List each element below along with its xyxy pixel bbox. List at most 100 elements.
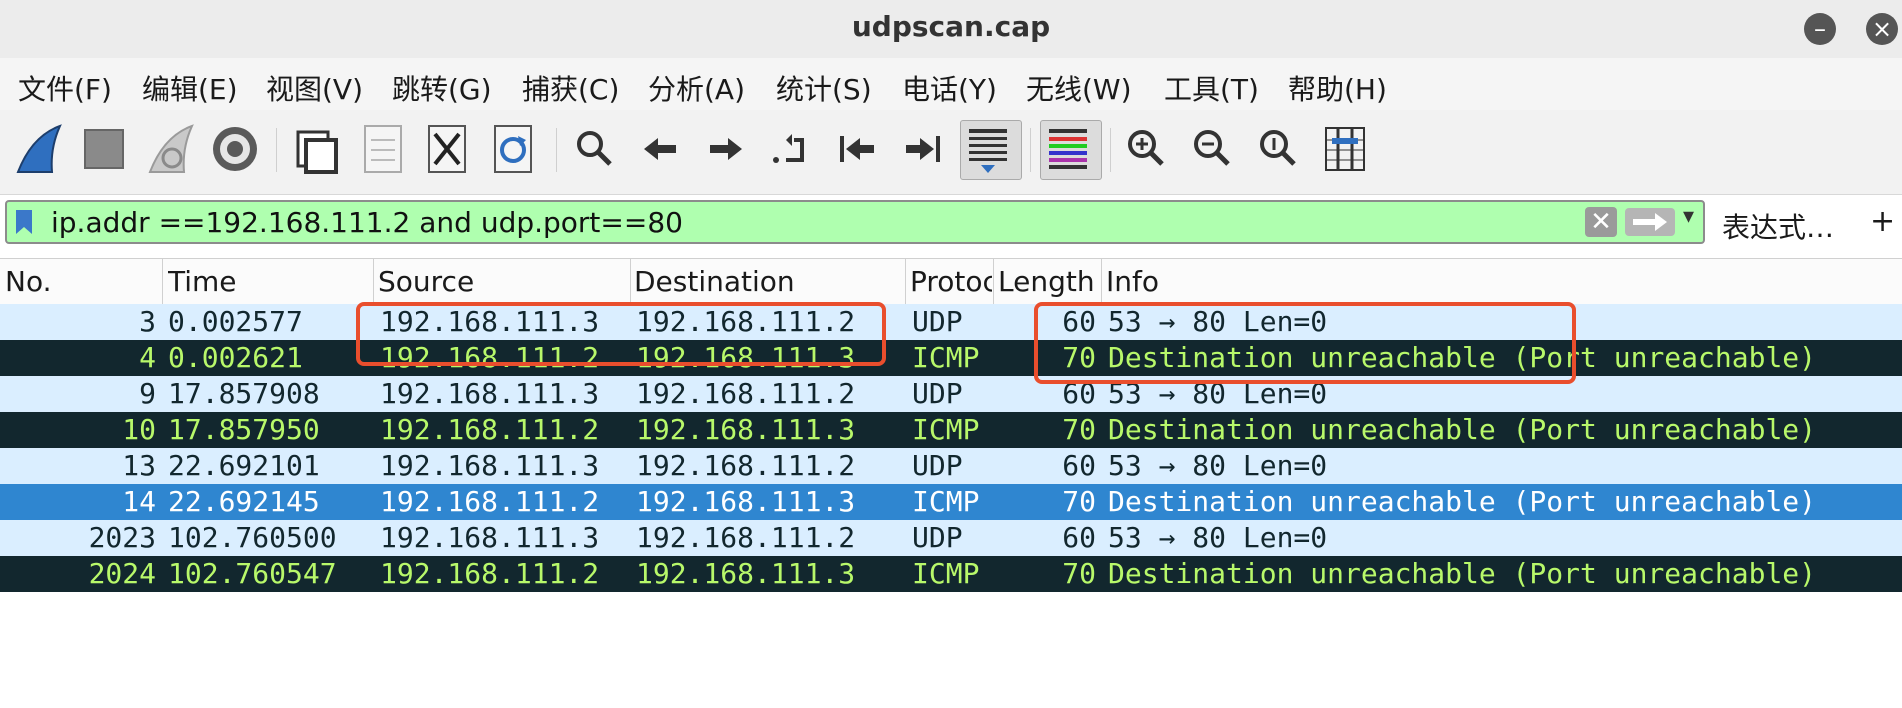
find-packet-icon[interactable] [568, 120, 622, 178]
column-source[interactable]: Source [378, 265, 626, 298]
cell-protocol: UDP [912, 449, 963, 482]
column-protocol[interactable]: Protocol [910, 265, 992, 298]
reload-file-icon[interactable] [486, 120, 540, 178]
annotation-box-info [1034, 302, 1576, 384]
menu-capture[interactable]: 捕获(C) [522, 68, 619, 108]
cell-info: Destination unreachable (Port unreachabl… [1108, 557, 1817, 590]
column-no[interactable]: No. [5, 265, 155, 298]
cell-time: 102.760500 [168, 521, 337, 554]
close-button[interactable]: × [1866, 13, 1898, 45]
column-time[interactable]: Time [168, 265, 368, 298]
menu-file[interactable]: 文件(F) [18, 68, 112, 108]
go-to-packet-icon[interactable] [764, 120, 818, 178]
column-divider[interactable] [373, 259, 374, 304]
toolbar-separator [556, 128, 557, 172]
cell-source: 192.168.111.2 [380, 557, 600, 590]
menu-go[interactable]: 跳转(G) [392, 68, 492, 108]
cell-length: 70 [1062, 413, 1096, 446]
column-divider[interactable] [993, 259, 994, 304]
first-packet-icon[interactable] [830, 120, 884, 178]
zoom-out-icon[interactable] [1186, 120, 1240, 178]
packet-list-header: No. Time Source Destination Protocol Len… [0, 258, 1902, 305]
resize-columns-icon[interactable] [1318, 120, 1372, 178]
capture-options-gear-icon[interactable] [208, 120, 262, 178]
cell-no: 9 [139, 377, 156, 410]
add-filter-button[interactable]: + [1870, 204, 1895, 239]
column-info[interactable]: Info [1106, 265, 1506, 298]
back-arrow-icon[interactable] [634, 120, 688, 178]
cell-protocol: UDP [912, 377, 963, 410]
menu-statistics[interactable]: 统计(S) [776, 68, 872, 108]
colorize-icon[interactable] [1040, 120, 1102, 180]
column-divider[interactable] [1101, 259, 1102, 304]
cell-no: 3 [139, 305, 156, 338]
packet-row[interactable]: 2024 102.760547 192.168.111.2 192.168.111.3… [0, 556, 1902, 592]
cell-source: 192.168.111.2 [380, 485, 600, 518]
packet-row[interactable]: 9 17.857908 192.168.111.3 192.168.111.2 UDP 6… [0, 376, 1902, 412]
column-destination[interactable]: Destination [634, 265, 902, 298]
close-file-icon[interactable] [420, 120, 474, 178]
cell-time: 0.002621 [168, 341, 303, 374]
cell-protocol: UDP [912, 521, 963, 554]
cell-source: 192.168.111.3 [380, 377, 600, 410]
menu-tools[interactable]: 工具(T) [1164, 68, 1259, 108]
cell-info: Destination unreachable (Port unreachabl… [1108, 413, 1817, 446]
cell-time: 22.692101 [168, 449, 320, 482]
restart-fin-icon[interactable] [144, 120, 198, 178]
toolbar-separator [1110, 128, 1111, 172]
open-file-icon[interactable] [290, 120, 344, 178]
packet-row-selected[interactable]: 14 22.692145 192.168.111.2 192.168.111.3 ICM… [0, 484, 1902, 520]
auto-scroll-icon[interactable] [960, 120, 1022, 180]
cell-no: 2024 [88, 557, 156, 590]
menu-wireless[interactable]: 无线(W) [1026, 68, 1132, 108]
cell-info: 53 → 80 Len=0 [1108, 521, 1328, 554]
cell-no: 2023 [88, 521, 156, 554]
zoom-in-icon[interactable] [1120, 120, 1174, 178]
filter-dropdown-button[interactable]: ▾ [1683, 204, 1694, 229]
column-divider[interactable] [630, 259, 631, 304]
forward-arrow-icon[interactable] [698, 120, 752, 178]
packet-row[interactable]: 4 0.002621 192.168.111.2 192.168.111.3 ICMP 7… [0, 340, 1902, 376]
packet-row[interactable]: 2023 102.760500 192.168.111.3 192.168.111.2… [0, 520, 1902, 556]
display-filter-bar[interactable]: ip.addr ==192.168.111.2 and udp.port==80… [5, 200, 1705, 244]
packet-row[interactable]: 10 17.857950 192.168.111.2 192.168.111.3 ICM… [0, 412, 1902, 448]
minimize-button[interactable]: – [1804, 13, 1836, 45]
menu-edit[interactable]: 编辑(E) [142, 68, 238, 108]
cell-protocol: ICMP [912, 557, 980, 590]
stop-square-icon[interactable] [78, 120, 132, 178]
last-packet-icon[interactable] [896, 120, 950, 178]
cell-destination: 192.168.111.2 [636, 449, 856, 482]
menu-telephony[interactable]: 电话(Y) [902, 68, 997, 108]
normal-size-icon[interactable] [1252, 120, 1306, 178]
cell-no: 13 [122, 449, 156, 482]
cell-protocol: ICMP [912, 341, 980, 374]
shark-fin-start-icon[interactable] [12, 120, 66, 178]
display-filter-input[interactable]: ip.addr ==192.168.111.2 and udp.port==80 [51, 206, 683, 239]
menu-view[interactable]: 视图(V) [266, 68, 363, 108]
cell-destination: 192.168.111.2 [636, 521, 856, 554]
bookmark-icon[interactable] [13, 208, 35, 236]
menu-help[interactable]: 帮助(H) [1288, 68, 1387, 108]
cell-info: 53 → 80 Len=0 [1108, 449, 1328, 482]
cell-source: 192.168.111.3 [380, 521, 600, 554]
title-bar: udpscan.cap – × [0, 0, 1902, 58]
menu-analyze[interactable]: 分析(A) [648, 68, 745, 108]
cell-destination: 192.168.111.3 [636, 557, 856, 590]
toolbar-separator [1030, 128, 1031, 172]
save-file-icon[interactable] [356, 120, 410, 178]
expression-button[interactable]: 表达式… [1722, 206, 1834, 246]
cell-destination: 192.168.111.3 [636, 485, 856, 518]
clear-filter-button[interactable]: ✕ [1585, 207, 1617, 237]
apply-filter-button[interactable] [1625, 208, 1675, 236]
column-divider[interactable] [162, 259, 163, 304]
packet-row[interactable]: 3 0.002577 192.168.111.3 192.168.111.2 UDP 60… [0, 304, 1902, 340]
cell-time: 102.760547 [168, 557, 337, 590]
column-length[interactable]: Length [998, 265, 1098, 298]
window-title: udpscan.cap [851, 10, 1051, 43]
cell-destination: 192.168.111.3 [636, 413, 856, 446]
column-divider[interactable] [905, 259, 906, 304]
cell-time: 17.857908 [168, 377, 320, 410]
cell-length: 60 [1062, 521, 1096, 554]
cell-protocol: ICMP [912, 413, 980, 446]
packet-row[interactable]: 13 22.692101 192.168.111.3 192.168.111.2 UDP… [0, 448, 1902, 484]
